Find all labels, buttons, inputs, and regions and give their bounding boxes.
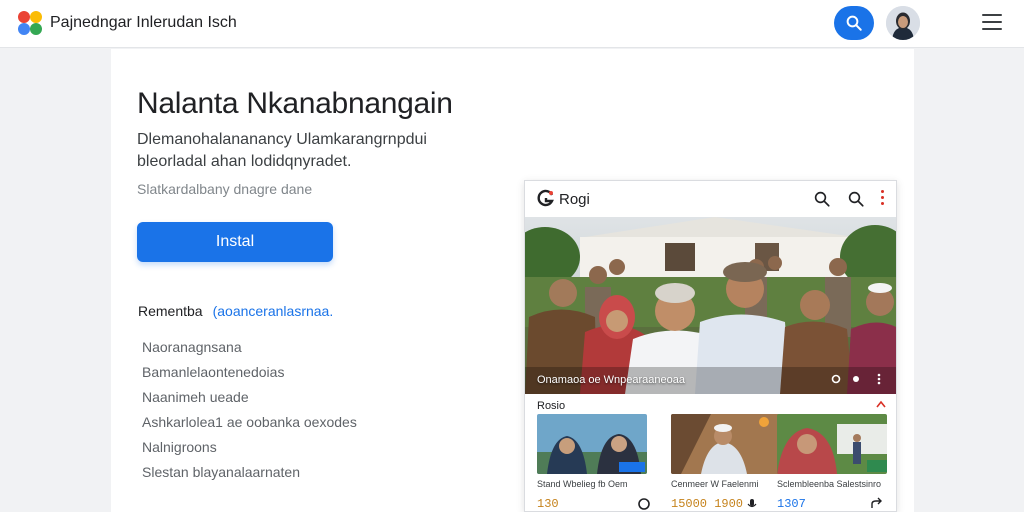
share-icon[interactable]	[831, 373, 841, 385]
search-button[interactable]	[834, 6, 874, 40]
share-icon[interactable]	[870, 497, 884, 511]
pinwheel-logo-icon[interactable]	[18, 11, 42, 35]
user-avatar[interactable]	[886, 6, 920, 40]
feature-item: Bamanlelaontenedoias	[142, 364, 285, 380]
app-name: Nalanta Nkanabnangain	[137, 87, 453, 120]
hero-caption: Onamaoa oe Wnpearaaneoaa	[537, 374, 685, 386]
thumbnail-caption: Cenmeer W Faelenmi	[671, 479, 759, 489]
more-vert-icon[interactable]	[877, 373, 881, 385]
preview-app-title: Rogi	[559, 191, 590, 208]
thumbnail-count: 130	[537, 497, 559, 511]
feature-item: Nalnigroons	[142, 439, 217, 455]
site-title[interactable]: Pajnedngar Inlerudan Isch	[50, 14, 237, 32]
video-thumbnail[interactable]	[671, 414, 781, 474]
settings-icon[interactable]	[851, 373, 861, 385]
feature-item: Naoranagnsana	[142, 339, 242, 355]
thumbnail-caption: Stand Wbelieg fb Oem	[537, 479, 628, 489]
app-preview-screenshot: Rogi Onamaoa oe Wnpearaaneoaa Rosio Stan…	[524, 180, 897, 512]
search-icon[interactable]	[813, 190, 831, 208]
search-icon	[846, 15, 862, 31]
circle-icon[interactable]	[637, 497, 651, 511]
thumbnail-count: 1307	[777, 497, 806, 511]
feature-item: Slestan blayanalaarnaten	[142, 464, 301, 480]
features-heading: Rementba (aoanceranlasrnaa.	[138, 303, 333, 319]
thumbnail-count: 15000 1900	[671, 497, 744, 511]
hero-photo[interactable]	[525, 217, 896, 394]
more-vert-icon[interactable]	[881, 190, 885, 208]
video-thumbnail[interactable]	[537, 414, 647, 474]
search-icon[interactable]	[847, 190, 865, 208]
video-thumbnail[interactable]	[777, 414, 887, 474]
feature-item: Ashkarlolea1 ae oobanka oexodes	[142, 414, 357, 430]
section-label: Rosio	[537, 400, 566, 412]
app-meta: Slatkardalbany dnagre dane	[137, 181, 313, 197]
feature-item: Naanimeh ueade	[142, 389, 249, 405]
top-bar: Pajnedngar Inlerudan Isch	[0, 0, 1024, 48]
install-button[interactable]: Instal	[137, 222, 333, 262]
preview-logo-icon	[537, 189, 554, 207]
hamburger-menu-icon[interactable]	[982, 14, 1002, 32]
app-description: Dlemanohalananancy Ulamkarangrnpdui bleo…	[137, 131, 427, 170]
features-heading-label: Rementba	[138, 303, 203, 319]
chevron-up-icon[interactable]	[875, 399, 887, 409]
preview-app-bar: Rogi	[525, 181, 896, 217]
features-list: Naoranagnsana Bamanlelaontenedoias Naani…	[142, 337, 357, 487]
features-link[interactable]: (aoanceranlasrnaa.	[213, 303, 334, 319]
app-listing-card: Nalanta Nkanabnangain Dlemanohalananancy…	[111, 49, 914, 512]
mic-icon[interactable]	[745, 497, 759, 511]
thumbnail-caption: Sclembleenba Salestsinro	[777, 479, 882, 489]
